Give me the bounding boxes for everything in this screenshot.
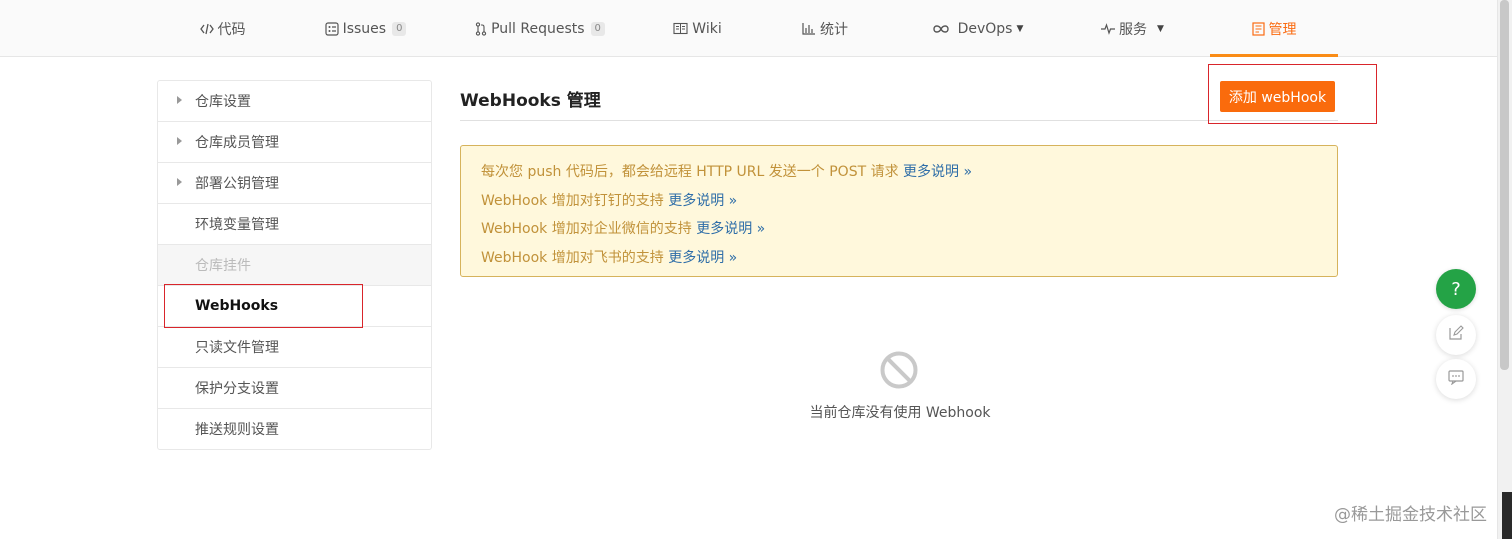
more-info-link[interactable]: 更多说明 » (668, 193, 737, 209)
pull-request-icon (475, 21, 487, 36)
notice-line: WebHook 增加对企业微信的支持 更多说明 » (481, 221, 766, 238)
more-info-link[interactable]: 更多说明 » (903, 164, 972, 180)
expand-arrow-icon (177, 178, 182, 186)
repo-tab-bar: 代码 Issues 0 Pull Requests 0 Wiki 统计 DevO… (0, 0, 1497, 57)
tab-devops[interactable]: DevOps ▼ (925, 0, 1030, 57)
chat-bubble-icon (1448, 369, 1464, 389)
notice-line: WebHook 增加对飞书的支持 更多说明 » (481, 250, 738, 267)
tab-label: 代码 (217, 21, 246, 38)
sidebar-item-push-rules[interactable]: 推送规则设置 (158, 409, 431, 449)
chat-button[interactable] (1436, 359, 1476, 399)
question-icon: ? (1451, 278, 1461, 300)
tab-stats[interactable]: 统计 (790, 0, 860, 57)
active-tab-underline (1210, 54, 1338, 57)
notice-line: WebHook 增加对钉钉的支持 更多说明 » (481, 192, 738, 209)
tab-code[interactable]: 代码 (185, 0, 260, 57)
book-icon (673, 22, 688, 35)
issues-icon (324, 21, 339, 36)
tab-label: 统计 (820, 21, 848, 38)
notice-line: 每次您 push 代码后，都会给远程 HTTP URL 发送一个 POST 请求… (481, 164, 973, 180)
more-info-link[interactable]: 更多说明 » (696, 221, 765, 237)
tab-label: Wiki (692, 20, 722, 37)
prohibited-icon (879, 350, 919, 390)
tab-services[interactable]: 服务 ▼ (1090, 0, 1175, 57)
tab-manage[interactable]: 管理 (1210, 0, 1338, 57)
corner-widget (1502, 492, 1512, 539)
annotation-highlight-box (1208, 64, 1377, 124)
sidebar-item-label: 只读文件管理 (195, 340, 279, 356)
sidebar-item-label: 仓库设置 (195, 94, 251, 110)
tab-label: DevOps (957, 20, 1013, 37)
help-button[interactable]: ? (1436, 269, 1476, 309)
scrollbar-thumb[interactable] (1500, 0, 1509, 370)
sidebar-item-label: 推送规则设置 (195, 422, 279, 438)
chevron-down-icon: ▼ (1157, 23, 1164, 34)
sidebar-item-label: 环境变量管理 (195, 217, 279, 233)
page-title: WebHooks 管理 (460, 91, 601, 111)
sidebar-item-repo-widgets: 仓库挂件 (158, 245, 431, 286)
settings-sidebar: 仓库设置 仓库成员管理 部署公钥管理 环境变量管理 仓库挂件 WebHooks … (157, 80, 432, 450)
pulse-icon (1101, 22, 1116, 35)
expand-arrow-icon (177, 137, 182, 145)
sidebar-item-deploy-keys[interactable]: 部署公钥管理 (158, 163, 431, 204)
pull-requests-count-badge: 0 (590, 21, 605, 36)
sidebar-item-env-vars[interactable]: 环境变量管理 (158, 204, 431, 245)
issues-count-badge: 0 (392, 21, 407, 36)
tab-label: 服务 (1119, 21, 1148, 38)
page-root: 代码 Issues 0 Pull Requests 0 Wiki 统计 DevO… (0, 0, 1512, 539)
tab-pull-requests[interactable]: Pull Requests 0 (470, 0, 610, 57)
webhook-info-notice: 每次您 push 代码后，都会给远程 HTTP URL 发送一个 POST 请求… (460, 145, 1338, 277)
annotation-highlight-box (164, 284, 363, 328)
expand-arrow-icon (177, 96, 182, 104)
tab-label: Issues (342, 20, 387, 37)
edit-note-icon (1448, 325, 1464, 345)
chevron-down-icon: ▼ (1016, 23, 1024, 34)
more-info-link[interactable]: 更多说明 » (668, 250, 737, 266)
sidebar-item-label: 保护分支设置 (195, 381, 279, 397)
infinity-icon (932, 24, 950, 34)
sidebar-item-repo-settings[interactable]: 仓库设置 (158, 81, 431, 122)
tab-wiki[interactable]: Wiki (665, 0, 730, 57)
sidebar-item-label: 仓库挂件 (195, 258, 251, 274)
feedback-button[interactable] (1436, 315, 1476, 355)
sidebar-item-label: 仓库成员管理 (195, 135, 279, 151)
sidebar-item-label: 部署公钥管理 (195, 176, 279, 192)
title-divider (460, 120, 1338, 121)
watermark: @稀土掘金技术社区 (1334, 505, 1487, 525)
tab-label: 管理 (1268, 21, 1297, 38)
sidebar-item-members[interactable]: 仓库成员管理 (158, 122, 431, 163)
sidebar-item-protected-branches[interactable]: 保护分支设置 (158, 368, 431, 409)
bar-chart-icon (802, 22, 816, 35)
code-icon (199, 22, 214, 36)
tab-label: Pull Requests (491, 20, 585, 37)
empty-state-text: 当前仓库没有使用 Webhook (809, 405, 991, 421)
tab-issues[interactable]: Issues 0 (318, 0, 413, 57)
manage-icon (1251, 21, 1265, 36)
sidebar-item-readonly-files[interactable]: 只读文件管理 (158, 327, 431, 368)
